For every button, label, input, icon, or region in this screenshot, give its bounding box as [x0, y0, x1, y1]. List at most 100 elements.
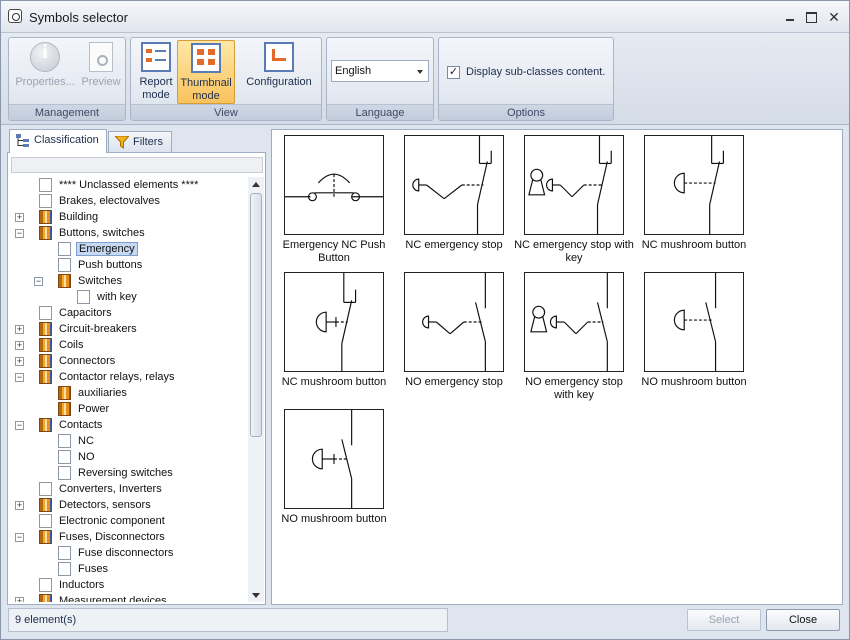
close-window-button[interactable]: ✕	[826, 10, 842, 24]
tree-item[interactable]: Fuses	[11, 561, 247, 577]
tree-item[interactable]: Fuse disconnectors	[11, 545, 247, 561]
book-folder-icon	[58, 274, 71, 288]
tree-item[interactable]: − Contacts	[11, 417, 247, 433]
tree-filter-box[interactable]	[11, 157, 263, 173]
tree-item[interactable]: Inductors	[11, 577, 247, 593]
tree-item-label: Converters, Inverters	[59, 483, 162, 495]
tree-item-label: Contacts	[59, 419, 103, 431]
tree-item-label: Building	[59, 211, 99, 223]
collapse-icon[interactable]: −	[15, 421, 24, 430]
minimize-button[interactable]	[783, 10, 799, 24]
info-icon	[30, 42, 60, 72]
scroll-down-arrow-icon[interactable]	[252, 593, 260, 598]
book-folder-icon	[39, 370, 52, 384]
collapse-icon[interactable]: −	[15, 229, 24, 238]
symbol-thumbnail[interactable]: NO mushroom button	[274, 409, 394, 541]
collapse-icon[interactable]: −	[15, 533, 24, 542]
expand-icon[interactable]: +	[15, 325, 24, 334]
collapse-icon[interactable]: −	[34, 277, 43, 286]
tree-item[interactable]: − Buttons, switches	[11, 225, 247, 241]
tree-item[interactable]: + Connectors	[11, 353, 247, 369]
symbol-thumbnail[interactable]: NO emergency stop with key	[514, 272, 634, 404]
tree-item[interactable]: Electronic component	[11, 513, 247, 529]
configuration-label: Configuration	[246, 76, 312, 88]
tree-item-label: Fuses	[78, 563, 108, 575]
symbol-preview-image	[524, 272, 624, 372]
symbol-thumbnail[interactable]: NO mushroom button	[634, 272, 754, 404]
nc-push-symbol-icon	[285, 173, 383, 202]
tree-item[interactable]: − Fuses, Disconnectors	[11, 529, 247, 545]
tree-item[interactable]: − Switches	[11, 273, 247, 289]
document-icon	[58, 258, 71, 272]
tree-item-label: auxiliaries	[78, 387, 127, 399]
tree-item[interactable]: − Contactor relays, relays	[11, 369, 247, 385]
expand-icon[interactable]: +	[15, 357, 24, 366]
document-icon	[77, 290, 90, 304]
no-mushroom-symbol-icon	[673, 273, 717, 371]
symbol-thumbnail[interactable]: NC mushroom button	[634, 135, 754, 267]
expand-icon[interactable]: +	[15, 213, 24, 222]
symbols-selector-window: Symbols selector ✕ Properties... Preview…	[0, 0, 850, 640]
tree-item[interactable]: **** Unclassed elements ****	[11, 177, 247, 193]
tree-item[interactable]: Emergency	[11, 241, 247, 257]
expand-icon[interactable]: +	[15, 501, 24, 510]
tree-item[interactable]: auxiliaries	[11, 385, 247, 401]
tree-item[interactable]: with key	[11, 289, 247, 305]
tree-item[interactable]: + Detectors, sensors	[11, 497, 247, 513]
symbol-preview-image	[404, 135, 504, 235]
close-button[interactable]: Close	[766, 609, 840, 631]
tab-classification[interactable]: Classification	[9, 129, 107, 153]
tree-scrollbar[interactable]	[248, 177, 264, 602]
tree-item[interactable]: Push buttons	[11, 257, 247, 273]
symbol-thumbnail[interactable]: Emergency NC Push Button	[274, 135, 394, 267]
document-icon	[39, 482, 52, 496]
select-button[interactable]: Select	[687, 609, 761, 631]
symbol-thumbnail[interactable]: NC emergency stop	[394, 135, 514, 267]
ribbon-group-management: Properties... Preview Management	[8, 37, 126, 121]
tree-item[interactable]: Reversing switches	[11, 465, 247, 481]
symbol-thumbnail[interactable]: NO emergency stop	[394, 272, 514, 404]
tree-item[interactable]: + Measurement devices	[11, 593, 247, 602]
configuration-button[interactable]: Configuration	[239, 40, 319, 104]
no-mushroom-2-symbol-icon	[311, 410, 353, 508]
report-mode-button[interactable]: Report mode	[135, 40, 177, 104]
tree-item-label: Emergency	[76, 242, 138, 256]
document-icon	[58, 242, 71, 256]
tree-item[interactable]: Capacitors	[11, 305, 247, 321]
symbol-preview-image	[644, 135, 744, 235]
tree-item[interactable]: NC	[11, 433, 247, 449]
report-mode-icon	[141, 42, 171, 72]
document-icon	[39, 194, 52, 208]
scrollbar-thumb[interactable]	[250, 193, 262, 437]
tree-item-label: **** Unclassed elements ****	[59, 179, 199, 191]
symbol-thumbnail[interactable]: NC emergency stop with key	[514, 135, 634, 267]
maximize-button[interactable]	[804, 10, 820, 24]
language-select[interactable]: English	[331, 60, 429, 82]
tree-item-label: Connectors	[59, 355, 116, 367]
nc-mushroom-symbol-icon	[673, 136, 724, 234]
symbol-caption: NC mushroom button	[281, 376, 387, 388]
scroll-up-arrow-icon[interactable]	[252, 182, 260, 187]
tree-item[interactable]: + Building	[11, 209, 247, 225]
tree-item-label: Push buttons	[78, 259, 143, 271]
tree-item[interactable]: Converters, Inverters	[11, 481, 247, 497]
collapse-icon[interactable]: −	[15, 373, 24, 382]
no-estop-key-symbol-icon	[530, 273, 608, 371]
preview-button[interactable]: Preview	[79, 40, 123, 104]
symbol-thumbnail[interactable]: NC mushroom button	[274, 272, 394, 404]
tree-item[interactable]: Power	[11, 401, 247, 417]
tab-filters[interactable]: Filters	[108, 131, 172, 153]
properties-button[interactable]: Properties...	[13, 40, 77, 104]
symbol-preview-image	[284, 272, 384, 372]
expand-icon[interactable]: +	[15, 597, 24, 602]
expand-icon[interactable]: +	[15, 341, 24, 350]
book-folder-icon	[39, 594, 52, 602]
thumbnail-mode-button[interactable]: Thumbnail mode	[177, 40, 235, 104]
classification-tree[interactable]: **** Unclassed elements **** Brakes, elec…	[11, 177, 247, 602]
display-subclasses-checkbox[interactable]: ✓	[447, 66, 460, 79]
tree-item[interactable]: NO	[11, 449, 247, 465]
tree-item[interactable]: + Circuit-breakers	[11, 321, 247, 337]
book-folder-icon	[39, 322, 52, 336]
tree-item[interactable]: + Coils	[11, 337, 247, 353]
tree-item[interactable]: Brakes, electovalves	[11, 193, 247, 209]
